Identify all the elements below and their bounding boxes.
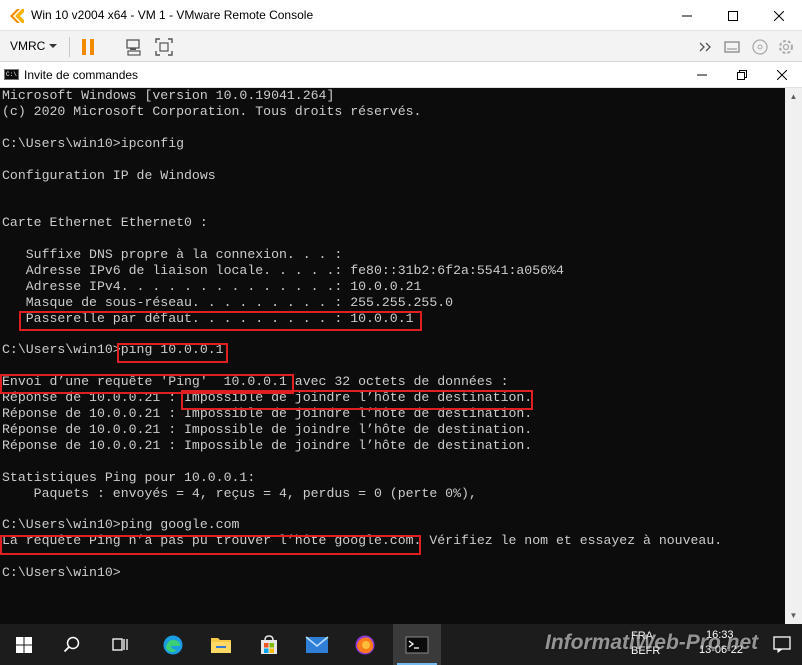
cmd-minimize-button[interactable]: [682, 62, 722, 88]
restore-icon: [737, 70, 747, 80]
console-line: Réponse de 10.0.0.21 : Impossible de joi…: [2, 437, 533, 453]
command-prompt-icon: [405, 636, 429, 653]
dropdown-arrow-icon: [49, 44, 58, 48]
send-ctrl-alt-del-icon[interactable]: [124, 37, 144, 57]
taskbar-store[interactable]: [245, 624, 293, 665]
cmd-close-button[interactable]: [762, 62, 802, 88]
console-line: C:\Users\win10>ping google.com: [2, 517, 240, 533]
cmd-window-title: Invite de commandes: [24, 68, 139, 82]
store-icon: [261, 634, 277, 654]
close-icon: [777, 70, 787, 80]
console-line: Réponse de 10.0.0.21 : Impossible de joi…: [2, 406, 533, 421]
console-scrollbar[interactable]: ▲ ▼: [785, 88, 802, 624]
console-line: Envoi d’une requête 'Ping' 10.0.0.1 avec…: [2, 374, 509, 390]
close-button[interactable]: [756, 0, 802, 31]
taskbar-edge[interactable]: [149, 624, 197, 665]
console-line: Paquets : envoyés = 4, reçus = 4, perdus…: [2, 485, 477, 501]
watermark-text: InformatiWeb-Pro.net: [545, 631, 759, 654]
mail-icon: [305, 635, 329, 653]
console-line: Statistiques Ping pour 10.0.0.1:: [2, 469, 256, 485]
vmrc-menu-button[interactable]: VMRC: [10, 39, 58, 53]
taskbar-command-prompt[interactable]: [393, 624, 441, 665]
vmware-toolbar: VMRC: [0, 31, 802, 62]
task-view-icon: [112, 637, 128, 651]
task-view-button[interactable]: [96, 624, 144, 665]
console-line: Passerelle par défaut. . . . . . . . . :…: [2, 310, 414, 326]
vmware-logo-icon: [10, 9, 24, 23]
folder-icon: [211, 637, 231, 653]
console-line: Adresse IPv4. . . . . . . . . . . . . .:…: [2, 278, 422, 294]
command-prompt-icon: C:\: [4, 69, 19, 80]
notification-icon[interactable]: [772, 634, 792, 654]
edge-browser-icon: [163, 635, 183, 654]
taskbar-file-explorer[interactable]: [197, 624, 245, 665]
console-line: Suffixe DNS propre à la connexion. . . :: [2, 247, 343, 262]
maximize-button[interactable]: [710, 0, 756, 31]
console-line: Microsoft Windows [version 10.0.19041.26…: [2, 88, 335, 103]
minimize-icon: [697, 74, 707, 76]
cd-rom-icon[interactable]: [750, 37, 770, 57]
search-icon: [63, 636, 80, 652]
minimize-button[interactable]: [664, 0, 710, 31]
fullscreen-icon[interactable]: [154, 37, 174, 57]
console-line: C:\Users\win10>ipconfig: [2, 135, 185, 151]
pause-icon[interactable]: [78, 37, 98, 57]
console-line: Réponse de 10.0.0.21 : Impossible de joi…: [2, 421, 533, 437]
firefox-icon: [355, 635, 375, 654]
console-line: Carte Ethernet Ethernet0 :: [2, 215, 208, 231]
cmd-restore-button[interactable]: [722, 62, 762, 88]
windows-logo-icon: [16, 636, 32, 653]
search-button[interactable]: [48, 624, 96, 665]
console-line: Réponse de 10.0.0.21 : Impossible de joi…: [2, 390, 533, 406]
start-button[interactable]: [0, 624, 48, 665]
console-line: Adresse IPv6 de liaison locale. . . . .:…: [2, 262, 564, 278]
taskbar-firefox[interactable]: [341, 624, 389, 665]
console-line: Configuration IP de Windows: [2, 167, 216, 183]
window-title: Win 10 v2004 x64 - VM 1 - VMware Remote …: [31, 8, 314, 22]
console-line: Masque de sous-réseau. . . . . . . . . :…: [2, 294, 454, 310]
vmrc-menu-label: VMRC: [10, 39, 46, 53]
toolbar-divider: [69, 37, 70, 57]
removable-device-icon[interactable]: [722, 37, 742, 57]
console-line: C:\Users\win10>: [2, 565, 121, 580]
scroll-down-arrow-icon[interactable]: ▼: [785, 607, 802, 624]
console-line: La requête Ping n’a pas pu trouver l’hôt…: [2, 533, 723, 549]
cmd-title-bar: C:\ Invite de commandes: [0, 62, 802, 88]
console-line: C:\Users\win10>ping 10.0.0.1: [2, 342, 224, 358]
console-output[interactable]: Microsoft Windows [version 10.0.19041.26…: [0, 88, 785, 624]
console-line: (c) 2020 Microsoft Corporation. Tous dro…: [2, 103, 422, 119]
close-icon: [774, 10, 784, 21]
vmware-title-bar: Win 10 v2004 x64 - VM 1 - VMware Remote …: [0, 0, 802, 31]
maximize-icon: [728, 10, 738, 21]
scroll-up-arrow-icon[interactable]: ▲: [785, 88, 802, 105]
double-chevron-right-icon[interactable]: [696, 37, 716, 57]
taskbar-mail[interactable]: [293, 624, 341, 665]
minimize-icon: [682, 15, 692, 16]
settings-gear-icon[interactable]: [776, 37, 796, 57]
